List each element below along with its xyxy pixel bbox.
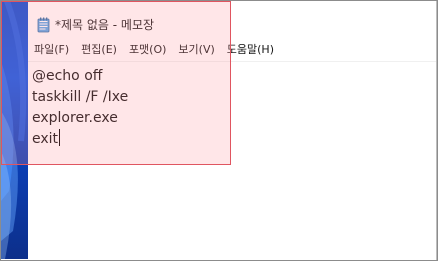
text-editor-area[interactable]: @echo off taskkill /F /Ixe explorer.exe … bbox=[28, 61, 437, 261]
menu-file[interactable]: 파일(F) bbox=[28, 39, 75, 61]
desktop-screen: *제목 없음 - 메모장 파일(F) 편집(E) 포맷(O) 보기(V) 도움말… bbox=[0, 0, 438, 261]
menu-help[interactable]: 도움말(H) bbox=[221, 39, 280, 61]
menu-bar: 파일(F) 편집(E) 포맷(O) 보기(V) 도움말(H) bbox=[28, 39, 437, 61]
menu-edit[interactable]: 편집(E) bbox=[75, 39, 123, 61]
editor-line[interactable]: taskkill /F /Ixe bbox=[32, 87, 128, 108]
editor-line-last[interactable]: exit bbox=[32, 129, 128, 150]
editor-line-text[interactable]: exit bbox=[32, 131, 58, 147]
editor-line[interactable]: explorer.exe bbox=[32, 108, 128, 129]
notepad-window: *제목 없음 - 메모장 파일(F) 편집(E) 포맷(O) 보기(V) 도움말… bbox=[28, 1, 437, 261]
editor-content[interactable]: @echo off taskkill /F /Ixe explorer.exe … bbox=[32, 66, 128, 150]
menu-view[interactable]: 보기(V) bbox=[172, 39, 220, 61]
window-edge bbox=[436, 1, 437, 260]
text-caret bbox=[59, 129, 61, 146]
editor-line[interactable]: @echo off bbox=[32, 66, 128, 87]
window-title: *제목 없음 - 메모장 bbox=[55, 18, 155, 32]
menu-format[interactable]: 포맷(O) bbox=[123, 39, 172, 61]
notepad-icon bbox=[37, 17, 50, 33]
title-bar[interactable]: *제목 없음 - 메모장 bbox=[28, 1, 437, 35]
